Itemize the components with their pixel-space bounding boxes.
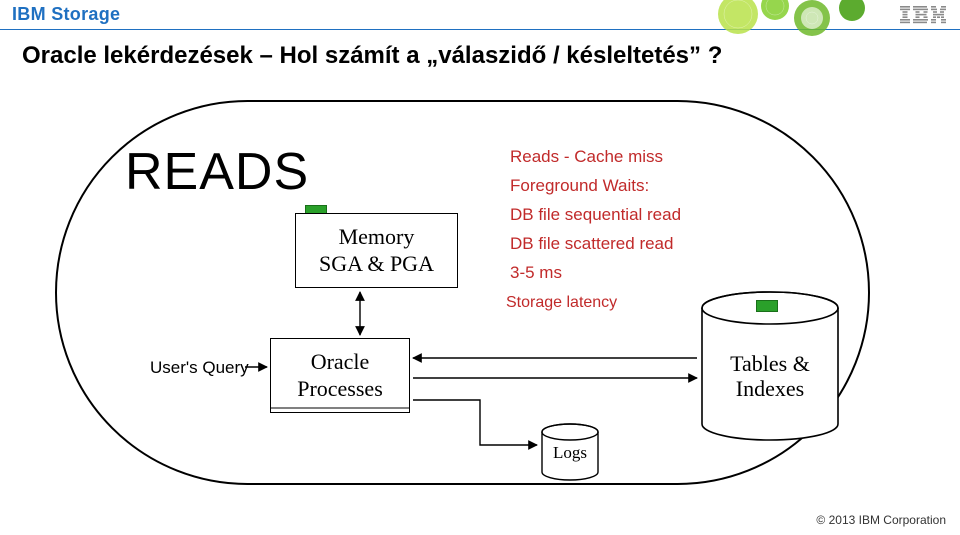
reads-heading: READS: [125, 142, 309, 202]
storage-latency-label: Storage latency: [506, 289, 681, 316]
copyright-text: © 2013 IBM Corporation: [816, 513, 946, 527]
ibm-logo-icon: [900, 6, 946, 24]
reads-info-line3: DB file sequential read: [510, 201, 681, 230]
memory-line1: Memory: [339, 224, 415, 250]
tables-label: Tables & Indexes: [720, 351, 820, 402]
reads-info-line5: 3-5 ms: [510, 259, 681, 288]
slide-header: IBM Storage: [0, 0, 960, 30]
oracle-line1: Oracle: [311, 349, 370, 375]
tables-chip-icon: [756, 300, 778, 312]
reads-info-line1: Reads - Cache miss: [510, 143, 681, 172]
tables-line2: Indexes: [736, 376, 804, 401]
oracle-box: Oracle Processes: [270, 338, 410, 413]
user-query-label: User's Query: [150, 358, 249, 378]
header-decor-graphic: [720, 0, 890, 38]
memory-box: Memory SGA & PGA: [295, 213, 458, 288]
reads-info-line2: Foreground Waits:: [510, 172, 681, 201]
oracle-line2: Processes: [297, 376, 383, 402]
reads-info-line4: DB file scattered read: [510, 230, 681, 259]
brand-text: IBM Storage: [12, 4, 120, 25]
logs-label: Logs: [545, 443, 595, 463]
reads-info: Reads - Cache miss Foreground Waits: DB …: [510, 143, 681, 317]
tables-line1: Tables &: [730, 351, 810, 376]
memory-line2: SGA & PGA: [319, 251, 434, 277]
